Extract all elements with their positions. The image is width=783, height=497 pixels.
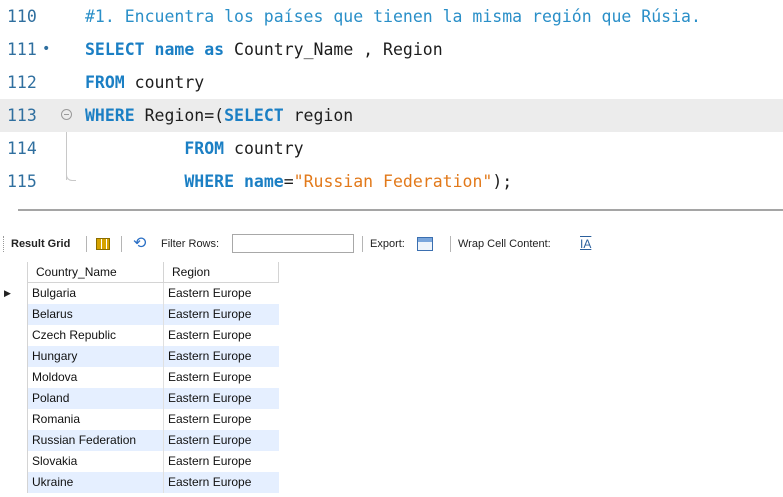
sql-identifiers: Country_Name , Region — [224, 40, 443, 59]
row-selector[interactable] — [0, 304, 28, 325]
code-text[interactable]: FROM country — [85, 132, 304, 165]
sql-keyword: name — [154, 40, 195, 59]
sql-keyword: WHERE — [184, 172, 235, 191]
result-toolbar: Result Grid ⟲ Filter Rows: Export: Wrap … — [0, 230, 783, 258]
cell-country-name[interactable]: Belarus — [28, 304, 164, 325]
filter-rows-label: Filter Rows: — [161, 238, 220, 250]
sql-identifiers: country — [224, 139, 304, 158]
grid-view-icon[interactable] — [96, 238, 110, 250]
wrap-cell-content-icon[interactable]: IA — [580, 236, 591, 252]
toolbar-separator — [450, 236, 451, 252]
export-icon[interactable] — [417, 237, 433, 251]
row-selector[interactable] — [0, 346, 28, 367]
line-number: 114 — [7, 139, 37, 158]
toolbar-grip[interactable] — [3, 236, 6, 252]
toolbar-separator — [121, 236, 122, 252]
code-text[interactable]: WHERE Region=(SELECT region — [85, 99, 353, 132]
refresh-arrows-icon[interactable]: ⟲ — [133, 235, 146, 253]
cell-region[interactable]: Eastern Europe — [164, 472, 279, 493]
sql-keyword: SELECT — [85, 40, 145, 59]
toolbar-separator — [86, 236, 87, 252]
code-line-112[interactable]: 112 FROM country — [0, 66, 783, 99]
line-number: 111 — [7, 40, 37, 59]
sql-identifiers: country — [124, 73, 205, 92]
code-line-114[interactable]: 114 FROM country — [0, 132, 783, 165]
sql-identifiers: region — [283, 106, 354, 125]
cell-country-name[interactable]: Romania — [28, 409, 164, 430]
row-selector[interactable] — [0, 367, 28, 388]
row-selector[interactable] — [0, 325, 28, 346]
cell-region[interactable]: Eastern Europe — [164, 367, 279, 388]
code-text[interactable]: #1. Encuentra los países que tienen la m… — [85, 0, 701, 33]
panel-splitter[interactable] — [18, 209, 783, 211]
fold-collapse-icon[interactable] — [61, 109, 72, 120]
export-label: Export: — [370, 238, 405, 250]
sql-keyword: as — [204, 40, 225, 59]
sql-keyword: FROM — [184, 139, 225, 158]
cell-region[interactable]: Eastern Europe — [164, 346, 279, 367]
code-line-113[interactable]: 113 WHERE Region=(SELECT region — [0, 99, 783, 132]
code-text[interactable]: WHERE name="Russian Federation"); — [85, 165, 512, 198]
toolbar-separator — [362, 236, 363, 252]
sql-comment: #1. Encuentra los países que tienen la m… — [85, 7, 701, 26]
cell-country-name[interactable]: Hungary — [28, 346, 164, 367]
cell-region[interactable]: Eastern Europe — [164, 430, 279, 451]
cell-region[interactable]: Eastern Europe — [164, 283, 279, 304]
cell-region[interactable]: Eastern Europe — [164, 409, 279, 430]
row-selector[interactable] — [0, 430, 28, 451]
line-number: 113 — [7, 106, 37, 125]
cell-country-name[interactable]: Poland — [28, 388, 164, 409]
sql-identifiers: ); — [492, 172, 513, 191]
filter-rows-input[interactable] — [232, 234, 354, 253]
cell-country-name[interactable]: Russian Federation — [28, 430, 164, 451]
row-selector[interactable] — [0, 451, 28, 472]
fold-guide-end — [66, 172, 76, 181]
line-number: 115 — [7, 172, 37, 191]
sql-identifiers: = — [283, 172, 294, 191]
sql-keyword: FROM — [85, 73, 125, 92]
line-number: 112 — [7, 73, 37, 92]
sql-string: "Russian Federation" — [293, 172, 493, 191]
code-line-111[interactable]: 111 • SELECT name as Country_Name , Regi… — [0, 33, 783, 66]
row-selector[interactable] — [0, 409, 28, 430]
cell-region[interactable]: Eastern Europe — [164, 304, 279, 325]
code-line-115[interactable]: 115 WHERE name="Russian Federation"); — [0, 165, 783, 198]
code-line-110[interactable]: 110 #1. Encuentra los países que tienen … — [0, 0, 783, 33]
row-selector[interactable] — [0, 472, 28, 493]
sql-keyword: SELECT — [224, 106, 284, 125]
cell-region[interactable]: Eastern Europe — [164, 451, 279, 472]
current-row-arrow-icon: ▶ — [4, 288, 11, 298]
row-header-corner[interactable] — [0, 262, 28, 283]
code-text[interactable]: FROM country — [85, 66, 204, 99]
sql-keyword: WHERE — [85, 106, 135, 125]
cell-region[interactable]: Eastern Europe — [164, 325, 279, 346]
statement-marker-icon: • — [42, 41, 51, 57]
result-grid-tab[interactable]: Result Grid — [11, 230, 70, 258]
cell-country-name[interactable]: Moldova — [28, 367, 164, 388]
code-text[interactable]: SELECT name as Country_Name , Region — [85, 33, 443, 66]
cell-region[interactable]: Eastern Europe — [164, 388, 279, 409]
sql-keyword: name — [243, 172, 284, 191]
line-number: 110 — [7, 7, 37, 26]
sql-editor[interactable]: 110 #1. Encuentra los países que tienen … — [0, 0, 783, 200]
column-header-country-name[interactable]: Country_Name — [28, 262, 164, 283]
cell-country-name[interactable]: Czech Republic — [28, 325, 164, 346]
sql-identifiers: Region=( — [134, 106, 225, 125]
wrap-cell-content-label: Wrap Cell Content: — [458, 238, 551, 250]
cell-country-name[interactable]: Bulgaria — [28, 283, 164, 304]
cell-country-name[interactable]: Slovakia — [28, 451, 164, 472]
cell-country-name[interactable]: Ukraine — [28, 472, 164, 493]
row-selector[interactable] — [0, 388, 28, 409]
row-selector[interactable]: ▶ — [0, 283, 28, 304]
column-header-region[interactable]: Region — [164, 262, 279, 283]
